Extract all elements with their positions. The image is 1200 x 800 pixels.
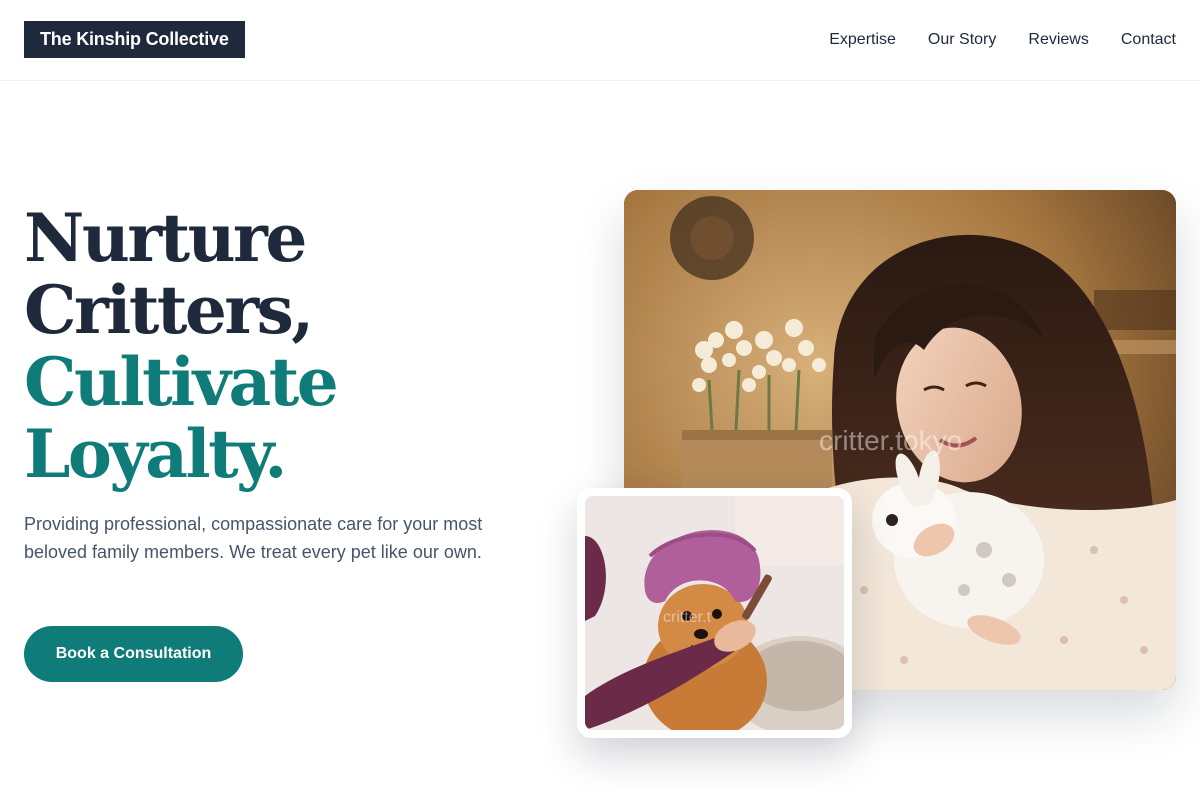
hero-title-line-1: Nurture: [24, 199, 307, 277]
site-logo[interactable]: The Kinship Collective: [24, 21, 245, 58]
dog-grooming-illustration: critter.t: [585, 496, 844, 730]
nav-link-reviews[interactable]: Reviews: [1028, 31, 1088, 48]
nav-link-expertise[interactable]: Expertise: [829, 31, 896, 48]
hero-description: Providing professional, compassionate ca…: [24, 514, 483, 562]
hero-title-line-2: Critters,: [24, 271, 314, 349]
dog-grooming-photo: critter.t: [585, 496, 844, 730]
book-consultation-button[interactable]: Book a Consultation: [24, 626, 243, 682]
hero-title-line-4: Loyalty.: [24, 415, 287, 493]
site-header: The Kinship Collective Expertise Our Sto…: [0, 0, 1200, 81]
nav-link-our-story[interactable]: Our Story: [928, 31, 996, 48]
main-nav: Expertise Our Story Reviews Contact: [829, 28, 1176, 52]
main-photo-watermark: critter.tokyo: [819, 425, 962, 456]
inset-photo-card: critter.t: [577, 488, 852, 738]
inset-photo-watermark: critter.t: [663, 609, 712, 626]
nav-link-contact[interactable]: Contact: [1121, 31, 1176, 48]
hero-title: Nurture Critters, Cultivate Loyalty.: [24, 199, 339, 493]
hero-title-line-3: Cultivate: [24, 343, 339, 421]
